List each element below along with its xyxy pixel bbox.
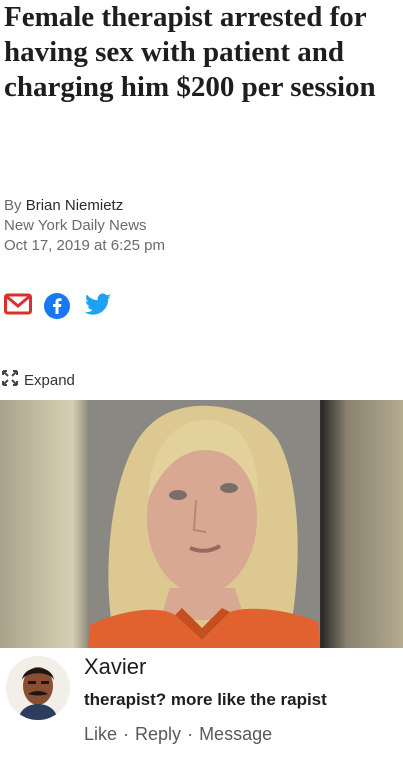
share-bar <box>4 293 111 319</box>
separator: · <box>123 724 130 744</box>
expand-button[interactable]: Expand <box>2 370 75 390</box>
twitter-icon[interactable] <box>84 293 111 319</box>
email-icon[interactable] <box>4 293 32 319</box>
comment-actions: Like · Reply · Message <box>84 724 272 745</box>
message-link[interactable]: Message <box>199 724 272 745</box>
expand-icon <box>2 370 18 390</box>
comment-text: therapist? more like the rapist <box>84 690 327 709</box>
separator: · <box>187 724 194 744</box>
byline-prefix: By <box>4 197 22 214</box>
commenter-name[interactable]: Xavier <box>84 654 146 680</box>
author-name[interactable]: Brian Niemietz <box>26 197 124 214</box>
mugshot-photo[interactable] <box>0 400 403 648</box>
article-headline: Female therapist arrested for having sex… <box>4 1 376 103</box>
article-byline: By Brian Niemietz New York Daily News Oc… <box>4 196 165 256</box>
expand-label: Expand <box>24 371 75 389</box>
like-link[interactable]: Like <box>84 724 117 745</box>
reply-link[interactable]: Reply <box>135 724 181 745</box>
avatar[interactable] <box>6 656 70 720</box>
comment-item: Xavier therapist? more like the rapist L… <box>0 648 403 762</box>
facebook-icon[interactable] <box>44 293 70 319</box>
publication-name: New York Daily News <box>4 217 147 234</box>
publish-date: Oct 17, 2019 at 6:25 pm <box>4 237 165 254</box>
